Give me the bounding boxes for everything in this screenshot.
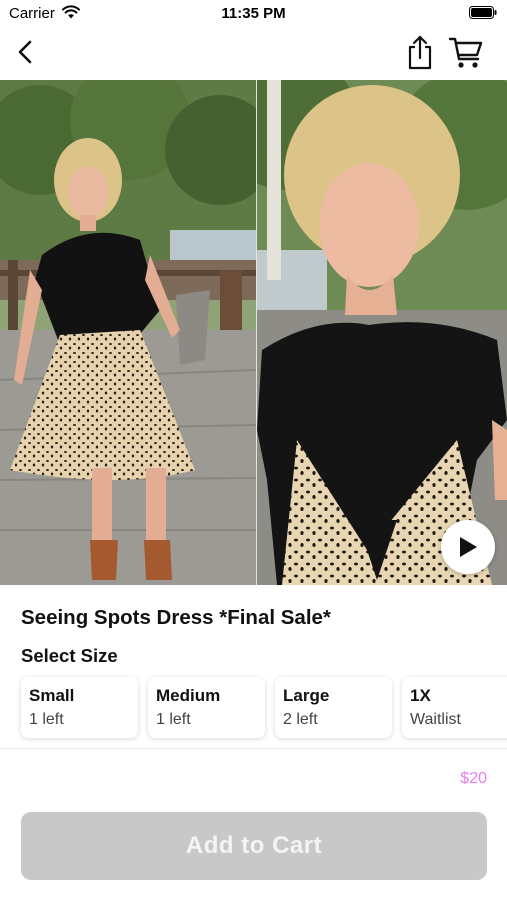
battery-icon <box>469 6 497 19</box>
product-photo-closeup[interactable] <box>257 80 507 585</box>
status-time: 11:35 PM <box>221 5 286 22</box>
size-option-large[interactable]: Large 2 left <box>275 677 392 738</box>
size-stock: 1 left <box>156 711 191 728</box>
product-price: $20 <box>460 770 487 787</box>
cart-button[interactable] <box>448 34 484 70</box>
product-photo-closeup-illustration <box>257 80 507 585</box>
share-icon <box>408 35 432 70</box>
size-option-1x[interactable]: 1X Waitlist <box>402 677 507 738</box>
size-name: Medium <box>156 686 221 705</box>
size-stock: Waitlist <box>410 711 461 728</box>
product-photo-full-length[interactable] <box>0 80 256 585</box>
product-image-gallery[interactable] <box>0 80 507 585</box>
nav-bar <box>0 28 507 80</box>
size-stock: 1 left <box>29 711 64 728</box>
add-to-cart-button[interactable]: Add to Cart <box>21 812 487 880</box>
size-name: 1X <box>410 686 431 705</box>
cart-icon <box>448 37 483 68</box>
back-button[interactable] <box>10 36 40 68</box>
product-photo-illustration <box>0 80 256 585</box>
product-title: Seeing Spots Dress *Final Sale* <box>21 606 331 629</box>
add-to-cart-label: Add to Cart <box>185 832 323 859</box>
play-video-button[interactable] <box>441 520 495 574</box>
size-options[interactable]: Small 1 left Medium 1 left Large 2 left … <box>0 674 507 744</box>
size-stock: 2 left <box>283 711 318 728</box>
chevron-left-icon <box>18 40 32 64</box>
play-icon <box>460 537 477 557</box>
status-bar: Carrier 11:35 PM <box>0 0 507 28</box>
divider <box>0 748 507 749</box>
size-name: Large <box>283 686 330 705</box>
share-button[interactable] <box>404 34 436 70</box>
size-option-medium[interactable]: Medium 1 left <box>148 677 265 738</box>
select-size-label: Select Size <box>21 645 118 666</box>
size-option-small[interactable]: Small 1 left <box>21 677 138 738</box>
size-name: Small <box>29 686 75 705</box>
